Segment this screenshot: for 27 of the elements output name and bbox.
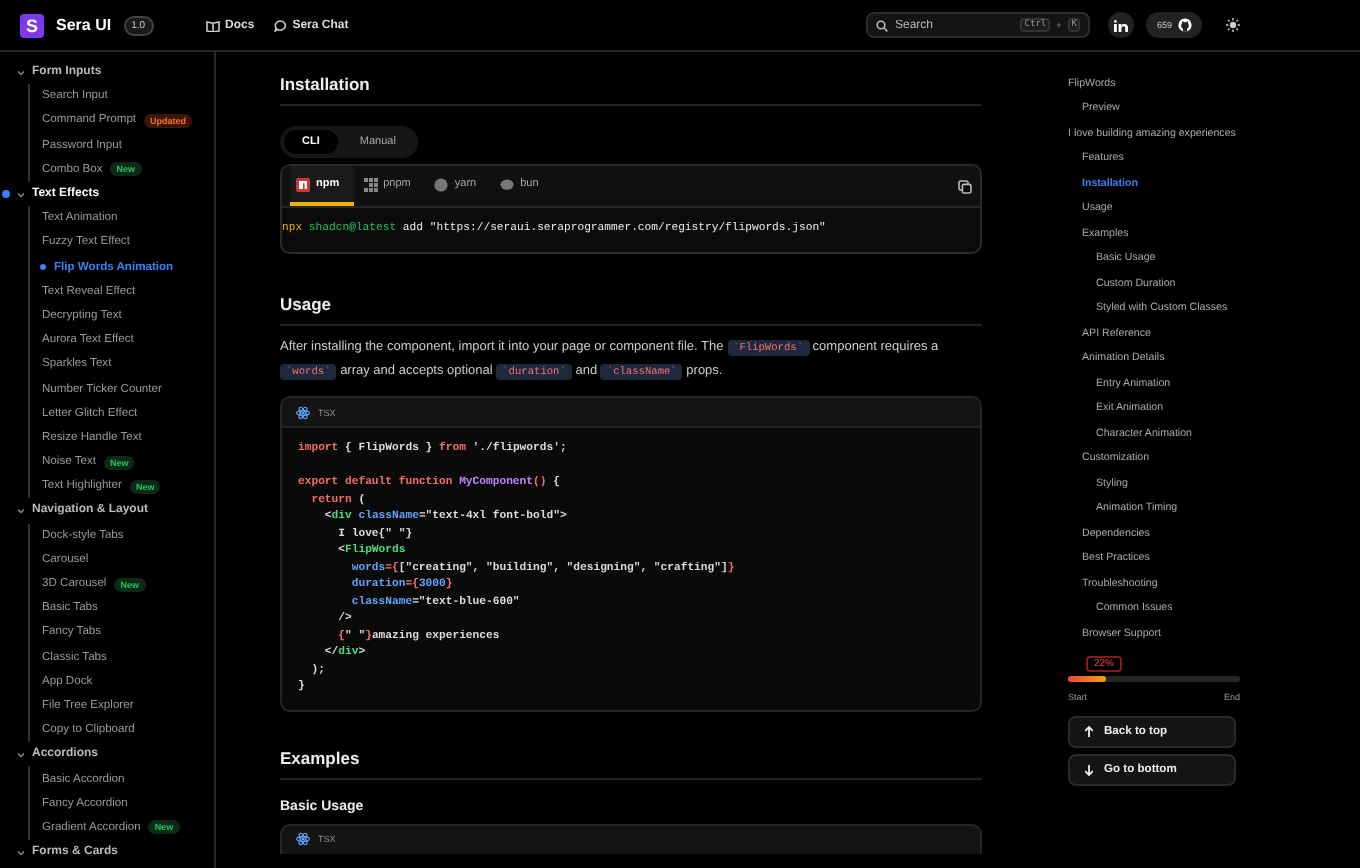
active-dot [40, 264, 46, 271]
book-icon [205, 19, 220, 31]
atom-icon [296, 405, 310, 419]
section-heading: Usage [280, 294, 982, 326]
cat-silhouette-icon [1178, 18, 1192, 32]
chevron-icon [16, 847, 26, 858]
logo[interactable]: S [20, 13, 44, 37]
arrow-up-icon [1084, 725, 1094, 737]
chevron-icon [16, 67, 26, 78]
atom-icon [296, 832, 310, 846]
section-heading: Examples [280, 747, 982, 779]
chevron-icon [16, 749, 26, 760]
brand-name: Sera UI [56, 16, 112, 34]
section-heading: Installation [280, 74, 982, 106]
bun-icon [500, 178, 515, 190]
copy-icon [958, 179, 972, 193]
search-icon [876, 19, 889, 31]
npm-icon [296, 177, 310, 191]
grid-blocks-icon [363, 177, 378, 191]
chevron-icon [16, 189, 26, 200]
sun-icon [1226, 18, 1240, 32]
chevron-icon [16, 505, 26, 516]
chat-bubble-icon [274, 19, 287, 31]
person-card-icon [1114, 19, 1129, 31]
arrow-down-icon [1084, 763, 1094, 775]
linkedin-button[interactable] [1108, 12, 1135, 38]
ball-icon [434, 177, 449, 191]
